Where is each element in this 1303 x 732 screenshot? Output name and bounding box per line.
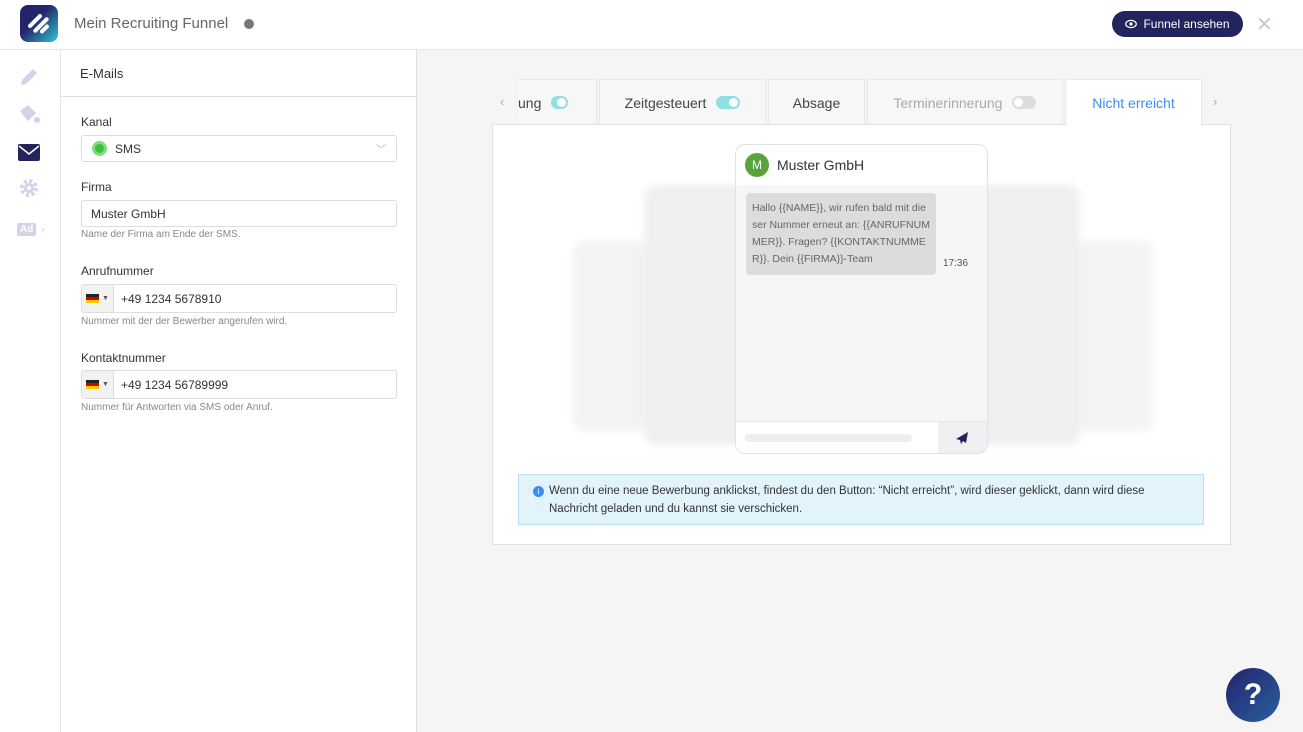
tab-label: Zeitgesteuert <box>624 94 707 111</box>
view-funnel-button[interactable]: Funnel ansehen <box>1112 11 1243 37</box>
message-bubble: Hallo {{NAME}}, wir rufen bald mit diese… <box>746 193 936 275</box>
help-button[interactable]: ? <box>1226 668 1280 722</box>
tabs-scroll-left-icon[interactable]: ‹ <box>500 94 504 109</box>
kontakt-label: Kontaktnummer <box>81 351 166 365</box>
tab-terminerinnerung[interactable]: Terminerinnerung <box>867 79 1063 125</box>
firma-hint: Name der Firma am Ende der SMS. <box>81 229 241 240</box>
chevron-right-icon: › <box>41 223 45 235</box>
kanal-value: SMS <box>115 141 142 156</box>
kanal-select[interactable]: SMS ﹀ <box>81 135 397 162</box>
country-flag-dropdown[interactable]: ▼ <box>82 285 114 312</box>
firma-value: Muster GmbH <box>91 206 166 221</box>
tab-label: Nicht erreicht <box>1092 95 1175 111</box>
tab-nicht-erreicht[interactable]: Nicht erreicht <box>1065 79 1202 126</box>
message-input[interactable] <box>745 434 912 442</box>
eye-icon <box>1125 19 1138 29</box>
toggle-switch[interactable] <box>716 96 741 109</box>
chevron-down-icon: ﹀ <box>376 145 386 156</box>
settings-panel: E-Mails Kanal SMS ﹀ Firma Muster GmbH Na… <box>61 50 417 732</box>
country-flag-dropdown[interactable]: ▼ <box>82 371 114 398</box>
envelope-icon[interactable] <box>17 140 41 164</box>
kontakt-value: +49 1234 56789999 <box>121 377 229 392</box>
paint-bucket-icon[interactable] <box>17 102 41 126</box>
sms-preview-phone: M Muster GmbH Hallo {{NAME}}, wir rufen b… <box>735 144 988 454</box>
kontakt-hint: Nummer für Antworten via SMS oder Anruf. <box>81 402 273 413</box>
ad-icon[interactable]: Ad › <box>17 217 51 241</box>
paper-plane-icon <box>956 432 968 444</box>
top-bar: Mein Recruiting Funnel Funnel ansehen ✕ <box>0 0 1303 50</box>
pencil-icon[interactable] <box>17 65 41 89</box>
status-dot <box>244 19 254 29</box>
tabs-scroll-right-icon[interactable]: › <box>1213 94 1217 109</box>
info-box: i Wenn du eine neue Bewerbung anklickst, … <box>518 474 1204 525</box>
toggle-switch[interactable] <box>1012 96 1037 109</box>
tab-bestaetigung[interactable]: ung <box>518 79 597 125</box>
message-time: 17:36 <box>943 258 969 269</box>
tab-label: ung <box>518 94 542 111</box>
tab-zeitgesteuert[interactable]: Zeitgesteuert <box>599 79 766 125</box>
firma-input[interactable]: Muster GmbH <box>81 200 397 227</box>
info-text: Wenn du eine neue Bewerbung anklickst, f… <box>549 485 1145 515</box>
kanal-label: Kanal <box>81 115 112 129</box>
gear-icon[interactable] <box>17 176 41 200</box>
kontakt-input[interactable]: ▼ +49 1234 56789999 <box>81 370 397 399</box>
toggle-switch[interactable] <box>551 96 568 109</box>
anruf-value: +49 1234 5678910 <box>121 291 222 306</box>
sms-bubble-icon <box>92 141 107 156</box>
send-button[interactable] <box>938 422 987 453</box>
anruf-input[interactable]: ▼ +49 1234 5678910 <box>81 284 397 313</box>
german-flag-icon <box>86 380 100 389</box>
funnel-title: Mein Recruiting Funnel <box>74 15 229 32</box>
tab-label: Terminerinnerung <box>893 94 1003 111</box>
anruf-label: Anrufnummer <box>81 264 154 278</box>
firma-label: Firma <box>81 180 112 194</box>
close-icon[interactable]: ✕ <box>1256 12 1273 37</box>
panel-title: E-Mails <box>61 50 416 97</box>
sender-name: Muster GmbH <box>777 157 865 173</box>
icon-sidebar: Ad › <box>0 50 61 732</box>
app-logo[interactable] <box>20 5 58 42</box>
tab-absage[interactable]: Absage <box>768 79 865 125</box>
avatar: M <box>745 153 769 177</box>
german-flag-icon <box>86 294 100 303</box>
tab-label: Absage <box>792 94 841 111</box>
anruf-hint: Nummer mit der der Bewerber angerufen wi… <box>81 316 288 327</box>
info-icon: i <box>533 486 544 497</box>
message-tabs: ung Zeitgesteuert Absage Terminerinnerun… <box>518 79 1204 126</box>
view-funnel-label: Funnel ansehen <box>1143 17 1230 31</box>
